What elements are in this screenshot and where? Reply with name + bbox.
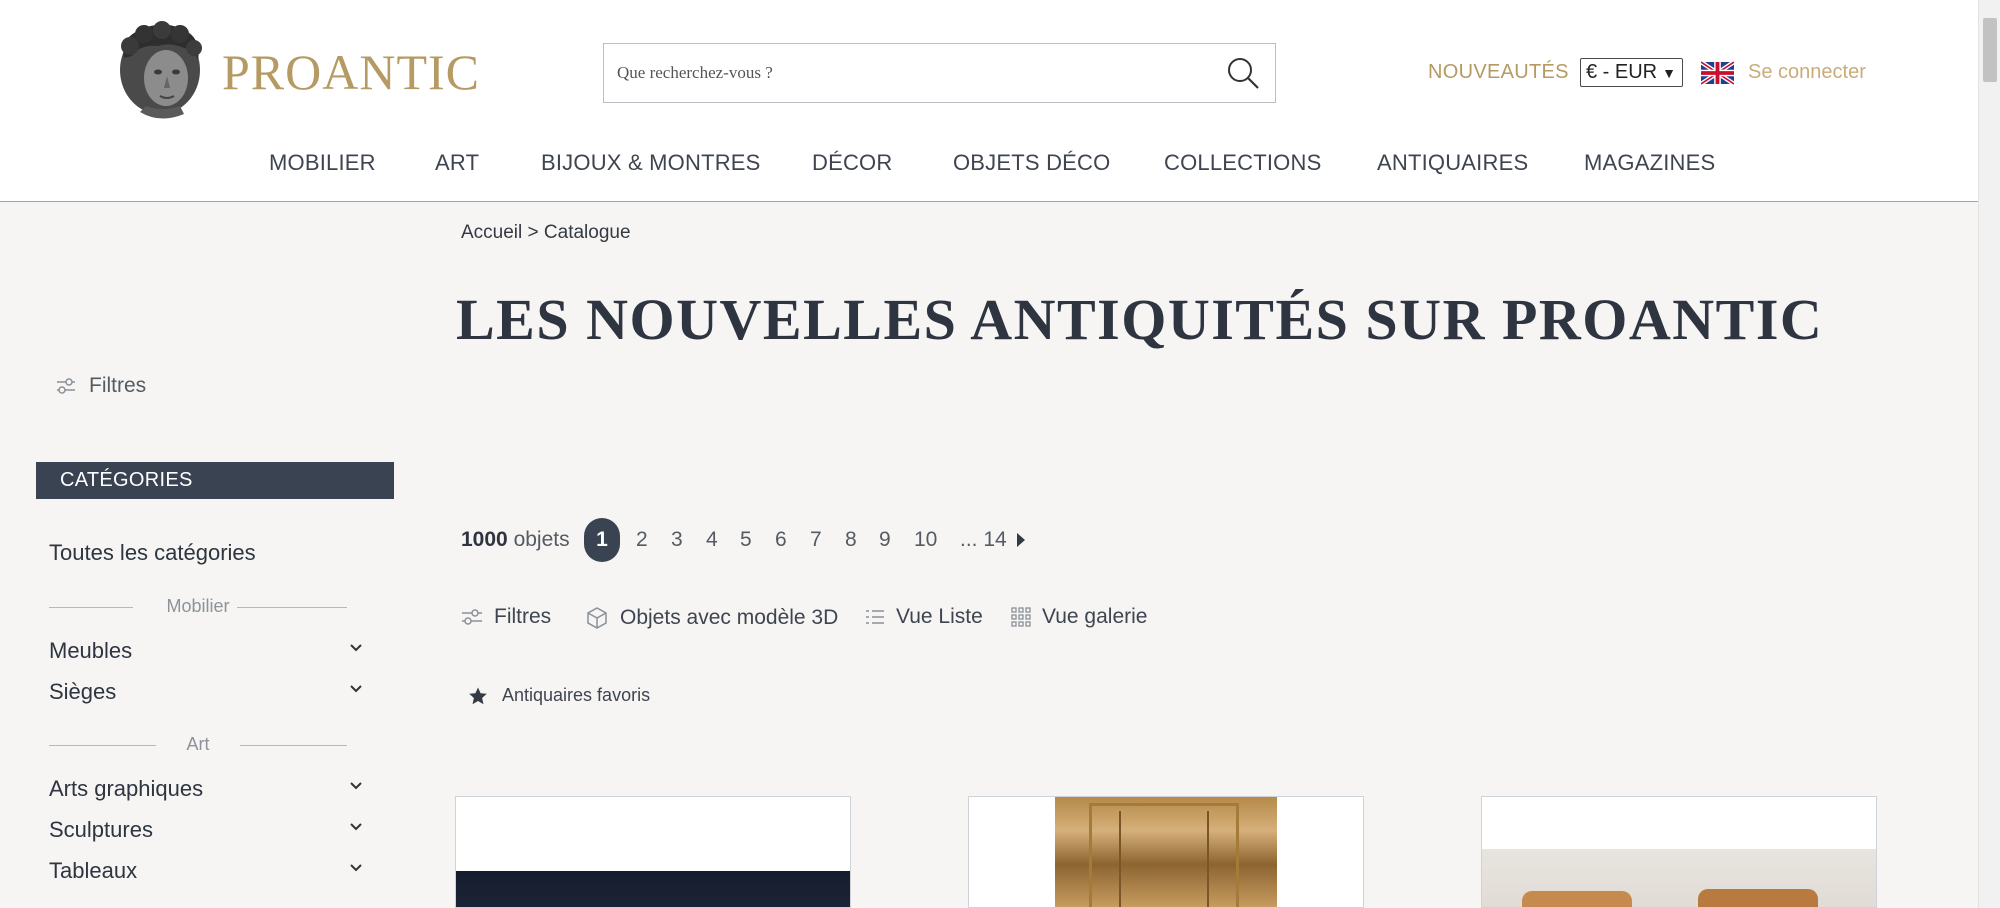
grid-view-icon [1011, 607, 1031, 627]
category-item-label: Tableaux [49, 858, 138, 883]
chevron-down-icon [350, 644, 362, 652]
pagination-page[interactable]: 5 [740, 528, 752, 552]
favorite-dealers-filter[interactable]: Antiquaires favoris [468, 685, 650, 706]
brand-name: PROANTIC [222, 44, 481, 100]
cube-3d-icon [587, 607, 607, 629]
pagination-page[interactable]: 6 [775, 528, 787, 552]
nav-item-antiquaires[interactable]: ANTIQUAIRES [1377, 150, 1528, 176]
nav-item-collections[interactable]: COLLECTIONS [1164, 150, 1321, 176]
breadcrumb-separator: > [527, 222, 539, 243]
nav-item-mobilier[interactable]: MOBILIER [269, 150, 376, 176]
category-item-label: Meubles [49, 638, 133, 663]
category-item-label: Sculptures [49, 817, 153, 842]
chevron-down-icon: ▼ [1662, 65, 1676, 81]
list-view-icon [866, 610, 884, 624]
search-input[interactable] [604, 44, 1204, 102]
page-scrollbar[interactable] [1978, 0, 2000, 908]
product-image-frame [1119, 811, 1209, 907]
nav-item-magazines[interactable]: MAGAZINES [1584, 150, 1715, 176]
models-3d-toggle[interactable]: Objets avec modèle 3D [584, 605, 838, 631]
chevron-down-icon [350, 685, 362, 693]
breadcrumb-current[interactable]: Catalogue [544, 222, 631, 243]
breadcrumb: Accueil > Catalogue [461, 222, 631, 244]
models-3d-label: Objets avec modèle 3D [620, 606, 839, 629]
breadcrumb-home[interactable]: Accueil [461, 222, 522, 243]
product-image-detail [1698, 889, 1818, 907]
results-count-number: 1000 [461, 528, 508, 551]
site-header: PROANTIC NOUVEAUTÉS € - EUR ▼ Se connect… [0, 0, 1978, 202]
pagination-last-page[interactable]: ... 14 [960, 528, 1007, 552]
category-item-tableaux[interactable]: Tableaux [49, 858, 364, 888]
list-view-label: Vue Liste [896, 605, 983, 628]
sidebar-filters-button[interactable]: Filtres [55, 374, 146, 398]
search-icon [1228, 58, 1259, 89]
pagination-page[interactable]: 4 [706, 528, 718, 552]
nav-item-art[interactable]: ART [435, 150, 479, 176]
gallery-view-label: Vue galerie [1042, 605, 1148, 628]
categories-header: CATÉGORIES [36, 462, 394, 499]
category-item-label: Arts graphiques [49, 776, 204, 801]
product-image-detail [1522, 891, 1632, 907]
search-button[interactable] [1225, 55, 1261, 91]
main-nav: MOBILIER ART BIJOUX & MONTRES DÉCOR OBJE… [0, 150, 1978, 180]
favorite-dealers-label: Antiquaires favoris [502, 685, 651, 705]
category-item-arts-graphiques[interactable]: Arts graphiques [49, 776, 364, 806]
page-title: LES NOUVELLES ANTIQUITÉS SUR PROANTIC [456, 287, 1824, 352]
product-card[interactable] [1481, 796, 1877, 908]
pagination-page[interactable]: 8 [845, 528, 857, 552]
pagination-page[interactable]: 3 [671, 528, 683, 552]
toolbar-filters-label: Filtres [494, 605, 552, 628]
pagination-current-page[interactable]: 1 [584, 518, 620, 562]
scrollbar-thumb[interactable] [1983, 18, 1997, 82]
filter-sliders-icon [57, 378, 75, 394]
new-items-link[interactable]: NOUVEAUTÉS [1428, 61, 1569, 84]
nav-item-objets-deco[interactable]: OBJETS DÉCO [953, 150, 1110, 176]
logo[interactable]: PROANTIC [110, 20, 480, 124]
sidebar-filters-label: Filtres [89, 374, 147, 397]
nav-item-bijoux-montres[interactable]: BIJOUX & MONTRES [541, 150, 761, 176]
category-item-sculptures[interactable]: Sculptures [49, 817, 364, 847]
gallery-view-button[interactable]: Vue galerie [1010, 605, 1147, 629]
pagination-page[interactable]: 9 [879, 528, 891, 552]
category-item-meubles[interactable]: Meubles [49, 638, 364, 668]
category-item-label: Sièges [49, 679, 117, 704]
product-card[interactable] [968, 796, 1364, 908]
results-count: 1000 objets [461, 528, 570, 552]
currency-select[interactable]: € - EUR ▼ [1580, 58, 1683, 87]
product-card[interactable] [455, 796, 851, 908]
bust-logo-icon [120, 21, 202, 119]
chevron-down-icon [350, 823, 362, 831]
all-categories-link[interactable]: Toutes les catégories [49, 540, 256, 566]
next-page-arrow-icon[interactable] [1015, 531, 1027, 549]
results-count-label: objets [513, 528, 570, 551]
pagination-page[interactable]: 10 [914, 528, 937, 552]
toolbar-filters-button[interactable]: Filtres [460, 605, 551, 629]
product-image [456, 871, 850, 907]
category-item-sieges[interactable]: Sièges [49, 679, 364, 709]
chevron-down-icon [350, 864, 362, 872]
filter-sliders-icon [462, 609, 482, 625]
category-group-divider: Mobilier [49, 596, 347, 618]
search-box [603, 43, 1276, 103]
pagination-page[interactable]: 7 [810, 528, 822, 552]
category-group-divider: Art [49, 734, 347, 756]
signin-link[interactable]: Se connecter [1748, 61, 1866, 84]
list-view-button[interactable]: Vue Liste [864, 605, 983, 629]
uk-flag-icon[interactable] [1701, 61, 1734, 85]
star-icon [469, 687, 487, 704]
nav-item-decor[interactable]: DÉCOR [812, 150, 892, 176]
pagination-page[interactable]: 2 [636, 528, 648, 552]
currency-value: € - EUR [1586, 61, 1658, 83]
chevron-down-icon [350, 782, 362, 790]
